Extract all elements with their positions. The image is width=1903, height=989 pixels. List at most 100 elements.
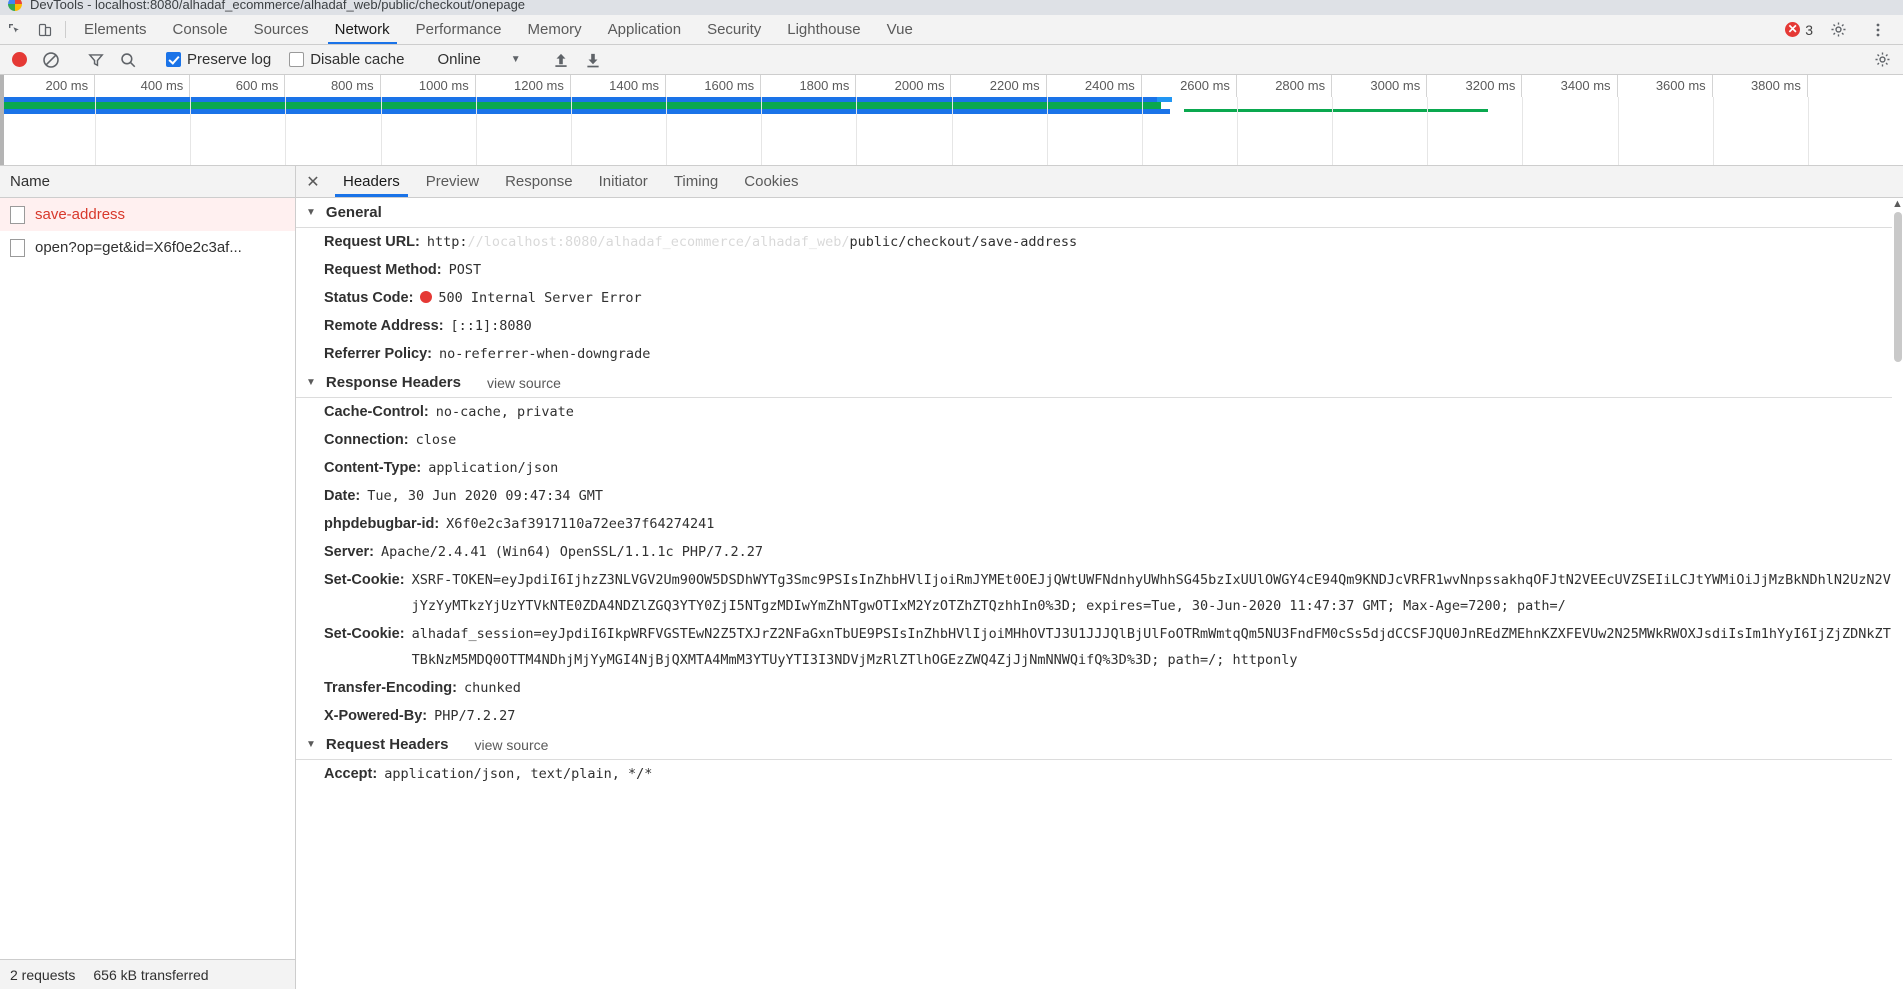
header-value: application/json, text/plain, */* (384, 766, 653, 782)
devtools-window: DevTools - localhost:8080/alhadaf_ecomme… (0, 0, 1903, 989)
detail-tab-preview[interactable]: Preview (413, 166, 492, 197)
inspect-element-icon[interactable] (0, 15, 30, 44)
tab-network[interactable]: Network (322, 15, 403, 44)
headers-section-title[interactable]: ▼ General (296, 198, 1903, 228)
preserve-log-checkbox[interactable]: Preserve log (158, 51, 279, 68)
request-count: 2 requests (10, 966, 76, 983)
timeline-gridline (1332, 97, 1334, 165)
network-overview[interactable]: 200 ms 400 ms 600 ms 800 ms 1000 ms 1200 ms 14… (0, 75, 1903, 166)
window-title: DevTools - localhost:8080/alhadaf_ecomme… (30, 0, 526, 12)
tab-lighthouse[interactable]: Lighthouse (774, 15, 873, 44)
url-faded-segment: //localhost:8080/alhadaf_ecommerce/alhad… (467, 234, 850, 250)
search-icon[interactable] (113, 47, 143, 73)
gear-icon[interactable] (1823, 21, 1853, 38)
request-row[interactable]: open?op=get&id=X6f0e2c3af... (0, 231, 295, 264)
timeline-gridline (666, 97, 668, 165)
timeline-tick: 2600 ms (1142, 75, 1237, 97)
headers-content: ▼ General Request URL: http://localhost:808… (296, 198, 1903, 989)
overview-left-handle[interactable] (0, 75, 4, 165)
section-label: Response Headers (325, 374, 461, 391)
timeline-tick: 3400 ms (1522, 75, 1618, 97)
header-row: Cache-Control: no-cache, private (296, 398, 1903, 426)
tab-performance[interactable]: Performance (403, 15, 515, 44)
throttling-dropdown[interactable]: Online ▼ (427, 51, 530, 68)
device-toolbar-icon[interactable] (30, 15, 60, 44)
detail-tab-response[interactable]: Response (492, 166, 586, 197)
headers-section-title[interactable]: ▼ Request Headers view source (296, 730, 1903, 760)
tab-memory[interactable]: Memory (515, 15, 595, 44)
detail-tab-cookies[interactable]: Cookies (731, 166, 811, 197)
timeline-gridline (380, 97, 382, 165)
download-har-icon[interactable] (578, 47, 608, 73)
view-source-link[interactable]: view source (487, 375, 561, 391)
header-value: Apache/2.4.41 (Win64) OpenSSL/1.1.1c PHP… (380, 544, 763, 560)
error-icon: ✕ (1785, 22, 1801, 37)
header-row: phpdebugbar-id: X6f0e2c3af3917110a72ee37f… (296, 510, 1903, 538)
close-icon[interactable]: ✕ (296, 166, 330, 197)
triangle-down-icon: ▼ (306, 739, 316, 750)
tab-console[interactable]: Console (160, 15, 241, 44)
requests-panel: Name save-address open?op=get&id=X6f0e2c3… (0, 166, 296, 989)
header-row: Request URL: http://localhost:8080/alhada… (296, 228, 1903, 256)
header-key: Remote Address: (324, 318, 444, 334)
detail-tab-initiator[interactable]: Initiator (586, 166, 661, 197)
document-icon (10, 205, 25, 224)
record-button[interactable] (4, 47, 34, 73)
timeline-gridline (95, 97, 97, 165)
transferred-size: 656 kB transferred (93, 966, 209, 983)
timeline-tick: 2200 ms (952, 75, 1047, 97)
tab-security[interactable]: Security (694, 15, 774, 44)
timeline-tick: 800 ms (285, 75, 381, 97)
network-activity-bar (0, 109, 1171, 114)
header-key: Accept: (324, 766, 378, 782)
network-main: Name save-address open?op=get&id=X6f0e2c3… (0, 166, 1903, 989)
timeline-tick: 3800 ms (1713, 75, 1808, 97)
disable-cache-checkbox[interactable]: Disable cache (281, 51, 412, 68)
scroll-up-arrow[interactable]: ▲ (1892, 198, 1903, 210)
request-detail-panel: ✕ Headers Preview Response Initiator Tim… (296, 166, 1903, 989)
detail-scrollbar[interactable]: ▲ (1892, 198, 1903, 989)
clear-button[interactable] (36, 47, 66, 73)
upload-har-icon[interactable] (546, 47, 576, 73)
request-name: save-address (35, 206, 126, 223)
tab-sources[interactable]: Sources (241, 15, 322, 44)
requests-list[interactable]: save-address open?op=get&id=X6f0e2c3af... (0, 198, 295, 959)
request-row[interactable]: save-address (0, 198, 295, 231)
header-key: Cache-Control: (324, 404, 429, 420)
url-visible-segment: public/checkout/save-address (849, 234, 1078, 250)
header-row: Referrer Policy: no-referrer-when-downgra… (296, 340, 1903, 368)
document-icon (10, 238, 25, 257)
view-source-link[interactable]: view source (474, 737, 548, 753)
headers-section-title[interactable]: ▼ Response Headers view source (296, 368, 1903, 398)
timeline-gridline (951, 97, 953, 165)
header-row: Content-Type: application/json (296, 454, 1903, 482)
more-vertical-icon[interactable] (1863, 22, 1893, 38)
tab-elements[interactable]: Elements (71, 15, 160, 44)
timeline-gridline (1522, 97, 1524, 165)
tab-application[interactable]: Application (595, 15, 694, 44)
header-value: alhadaf_session=eyJpdiI6IkpWRFVGSTEwN2Z5… (411, 626, 1891, 668)
timeline-tick: 2000 ms (856, 75, 952, 97)
header-row: Remote Address: [::1]:8080 (296, 312, 1903, 340)
header-key: Status Code: (324, 290, 414, 306)
detail-tab-headers[interactable]: Headers (330, 166, 413, 197)
scrollbar-thumb[interactable] (1894, 212, 1902, 362)
error-count-badge[interactable]: ✕ 3 (1785, 22, 1813, 38)
tab-vue[interactable]: Vue (874, 15, 926, 44)
header-row: Date: Tue, 30 Jun 2020 09:47:34 GMT (296, 482, 1903, 510)
timeline-gridline (570, 97, 572, 165)
timeline-tick: 1800 ms (761, 75, 857, 97)
network-settings-gear-icon[interactable] (1874, 51, 1899, 68)
preserve-log-check-icon (166, 52, 181, 67)
detail-tab-timing[interactable]: Timing (661, 166, 731, 197)
requests-column-header[interactable]: Name (0, 166, 295, 198)
header-key: X-Powered-By: (324, 708, 428, 724)
filter-icon[interactable] (81, 47, 111, 73)
timeline-gridline (1236, 97, 1238, 165)
header-key: Date: (324, 488, 361, 504)
timeline-gridline (761, 97, 763, 165)
header-row: Status Code: 500 Internal Server Error (296, 284, 1903, 312)
throttling-value: Online (437, 51, 481, 68)
section-label: Request Headers (325, 736, 449, 753)
load-event-bar (0, 102, 1161, 109)
